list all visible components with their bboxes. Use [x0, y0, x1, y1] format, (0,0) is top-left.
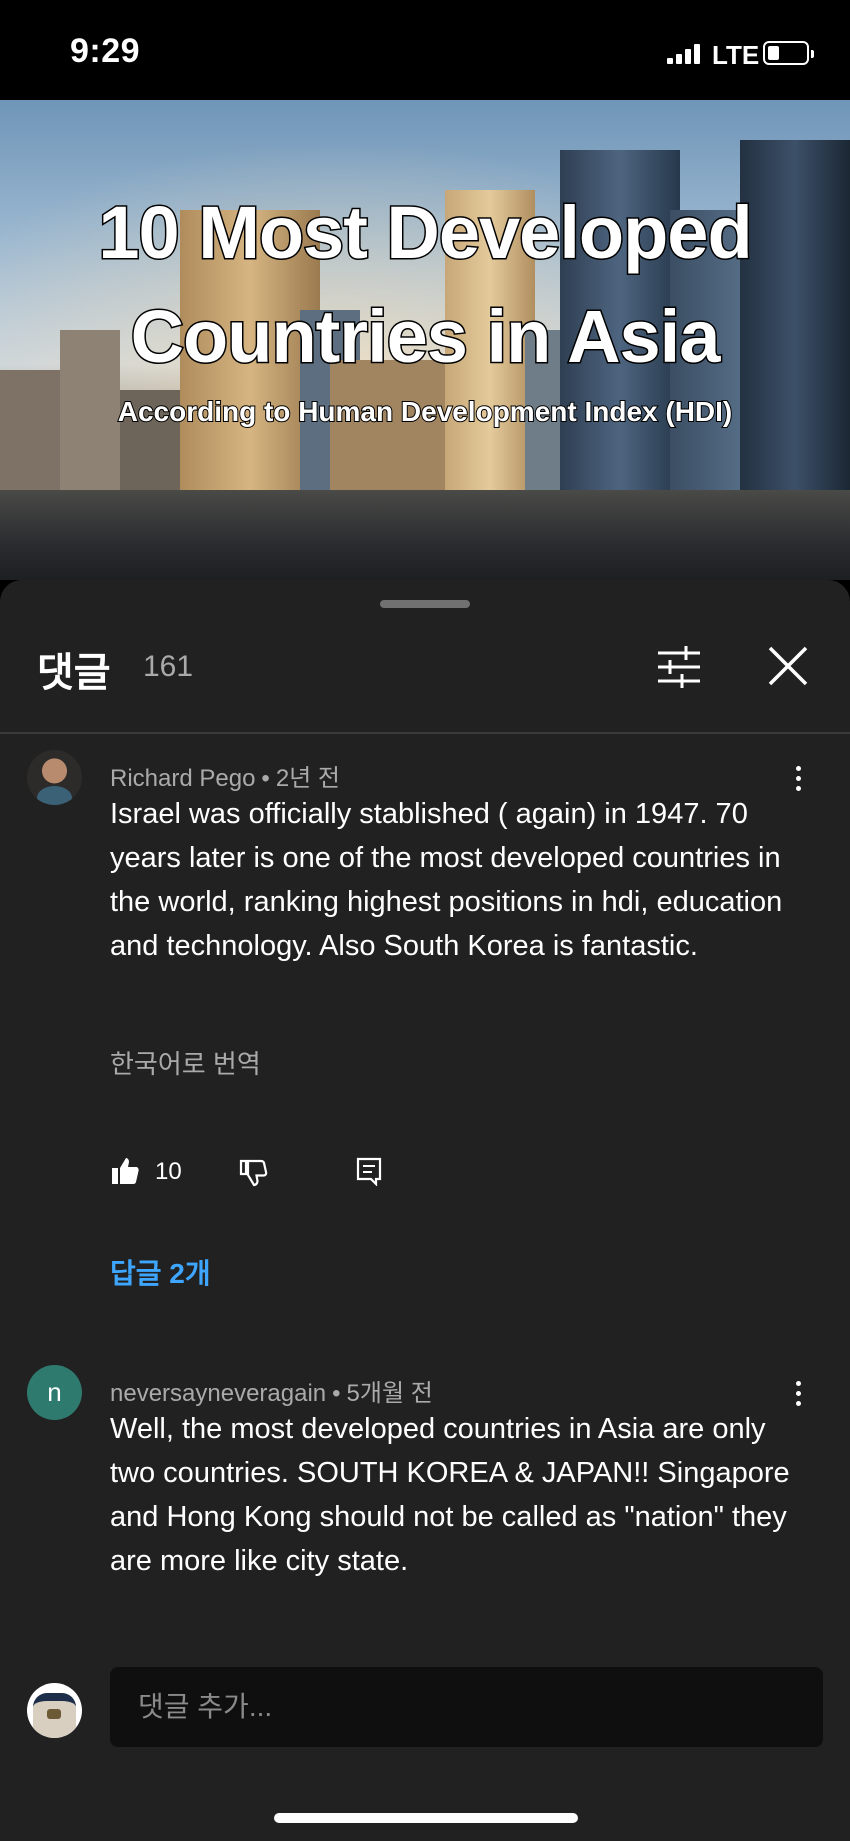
signal-icon — [667, 44, 701, 64]
video-player[interactable]: 10 Most Developed Countries in Asia Acco… — [0, 100, 850, 580]
comments-title: 댓글 — [37, 651, 111, 695]
video-title-line1: 10 Most Developed — [97, 190, 754, 276]
comment-time: 5개월 전 — [346, 1380, 433, 1407]
video-title-line2: Countries in Asia — [129, 294, 722, 380]
comment-author[interactable]: neversayneveragain — [110, 1380, 326, 1407]
user-avatar — [27, 1683, 82, 1738]
thumbs-down-icon[interactable] — [238, 1158, 268, 1188]
comment-item: Richard Pego • 2년 전 Israel was officially … — [0, 750, 850, 1289]
status-bar: 9:29 LTE — [0, 0, 850, 100]
thumbs-up-icon[interactable] — [110, 1156, 140, 1186]
avatar[interactable]: n — [27, 1365, 82, 1420]
video-subtitle: According to Human Development Index (HD… — [117, 395, 734, 428]
network-label: LTE — [712, 40, 760, 70]
view-replies-link[interactable]: 답글 2개 — [110, 1252, 211, 1292]
status-time: 9:29 — [70, 32, 141, 70]
sliders-icon[interactable] — [656, 644, 702, 690]
home-indicator[interactable] — [274, 1813, 578, 1823]
comment-actions: 10 — [110, 1156, 410, 1196]
comment-meta: neversayneveragain • 5개월 전 — [110, 1380, 433, 1407]
like-count: 10 — [155, 1158, 182, 1185]
comment-meta: Richard Pego • 2년 전 — [110, 765, 341, 792]
comment-text: Well, the most developed countries in As… — [110, 1413, 790, 1577]
comment-item: n neversayneveragain • 5개월 전 Well, the mos… — [0, 1365, 850, 1615]
comment-time: 2년 전 — [275, 765, 341, 792]
translate-link[interactable]: 한국어로 번역 — [110, 1044, 261, 1081]
avatar[interactable] — [27, 750, 82, 805]
reply-icon[interactable] — [354, 1156, 384, 1187]
comments-header: 댓글 161 — [0, 640, 850, 712]
comment-author[interactable]: Richard Pego — [110, 765, 255, 792]
comments-sheet: 댓글 161 Richard Pego • 2년 전 Israel was offi… — [0, 580, 850, 1841]
comments-count: 161 — [143, 650, 194, 683]
comment-text: Israel was officially stablished ( again… — [110, 798, 783, 962]
header-divider — [0, 732, 850, 734]
close-icon[interactable] — [764, 642, 812, 690]
drag-handle[interactable] — [380, 600, 470, 608]
add-comment-input[interactable] — [110, 1667, 823, 1747]
battery-icon — [763, 41, 814, 65]
